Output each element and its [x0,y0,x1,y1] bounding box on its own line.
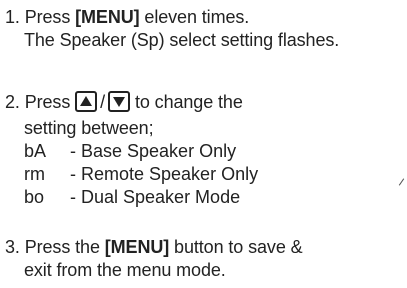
option-code: bo [24,187,45,207]
step-3-prefix: Press the [24,237,105,257]
option-code: rm [24,164,45,184]
step-3-line-2: exit from the menu mode. [24,260,226,280]
down-arrow-key-icon [108,91,131,112]
step-2-suffix: to change the [134,92,243,112]
step-2-prefix: Press [24,92,76,112]
step-1-prefix: Press [24,7,76,27]
step-3-number: 3. [5,237,20,257]
up-arrow-key-icon [75,91,98,112]
step-1-menu-key: [MENU] [75,7,140,27]
option-code: bA [24,141,47,161]
step-2-line-1: 2. Press / to change the [5,91,243,113]
key-separator: / [100,92,106,112]
step-1-suffix: eleven times. [139,7,250,27]
option-description: - Remote Speaker Only [70,164,259,184]
option-description: - Dual Speaker Mode [70,187,241,207]
step-3-suffix: button to save & [169,237,303,257]
instruction-page: 1. Press [MENU] eleven times. The Speake… [0,0,407,288]
step-2-line-2: setting between; [24,118,154,138]
step-2-number: 2. [5,92,20,112]
step-1-line-2: The Speaker (Sp) select setting flashes. [24,30,340,50]
step-1-line-1: 1. Press [MENU] eleven times. [5,6,249,28]
option-description: - Base Speaker Only [70,141,237,161]
stray-mark [398,178,405,186]
step-3-menu-key: [MENU] [104,237,170,257]
step-3-line-1: 3. Press the [MENU] button to save & [5,236,303,258]
step-1-number: 1. [5,7,20,27]
